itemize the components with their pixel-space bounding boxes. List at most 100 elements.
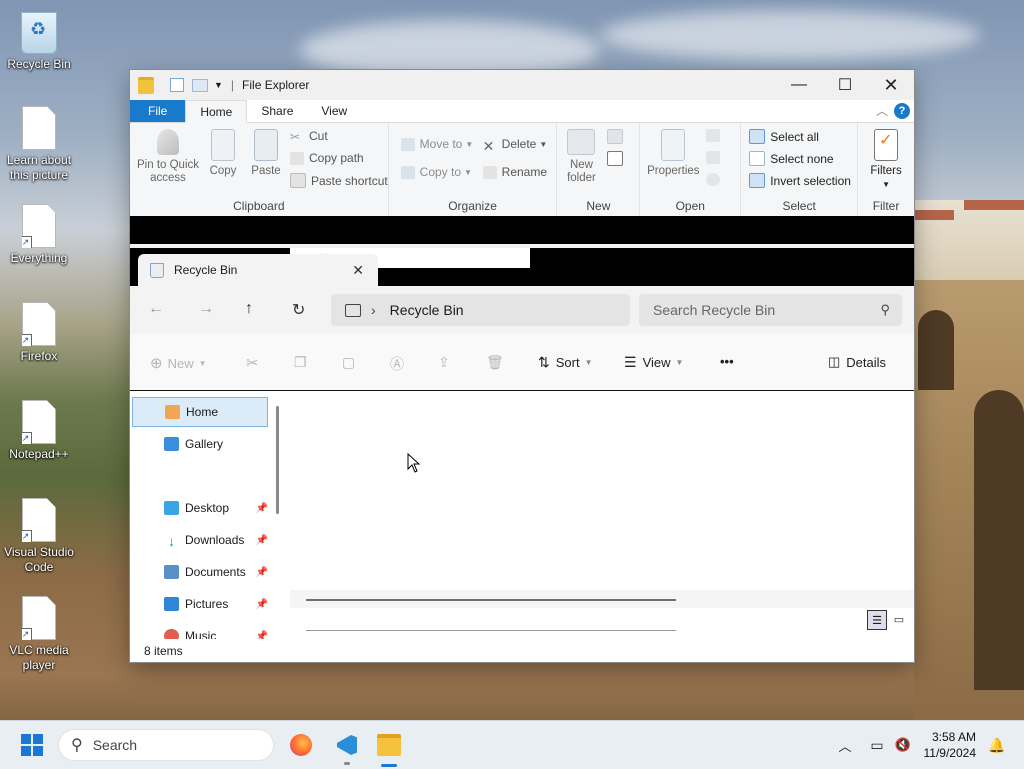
taskbar-firefox[interactable] [284,721,318,769]
new-item-button[interactable] [607,129,628,144]
filters-button[interactable]: ✓ Filters ▼ [864,129,908,191]
chevron-right-icon[interactable]: › [371,302,376,318]
sidebar-item-home[interactable]: Home [132,397,268,427]
pin-icon[interactable]: 📌 [256,567,268,578]
desktop-icon-learn-about-picture[interactable]: Learn about this picture [1,106,77,183]
copy-icon[interactable]: ❐ [294,354,307,371]
sidebar-item-label: Documents [185,565,246,579]
sidebar-item-desktop[interactable]: Desktop 📌 [132,493,268,523]
mouse-cursor-icon [407,453,421,473]
delete-x-icon: ✕ [482,137,495,154]
sidebar-item-label: Gallery [185,437,224,451]
select-none-icon [749,151,766,166]
taskbar-file-explorer[interactable] [372,721,406,769]
items-count: 8 items [144,644,183,658]
paste-button[interactable]: Paste [248,129,284,178]
ribbon-tab-share[interactable]: Share [247,100,307,122]
show-hidden-icons-icon[interactable]: ︿ [834,721,856,769]
start-button[interactable] [14,721,50,769]
notification-bell-icon[interactable]: 🔔 [986,721,1008,769]
paste-shortcut-button[interactable]: Paste shortcut [290,173,388,188]
more-options-icon[interactable]: ••• [720,354,734,369]
new-button[interactable]: ⊕ New ▼ [150,354,207,372]
paste-icon[interactable]: ▢ [342,354,355,371]
select-none-button[interactable]: Select none [749,151,834,166]
tiles-view-icon[interactable]: ▭ [890,610,908,628]
home-icon [165,405,180,419]
delete-icon[interactable]: 🗑 [486,354,504,371]
back-arrow-icon[interactable]: ← [148,300,164,318]
cut-icon[interactable]: ✂ [246,354,259,372]
taskbar-search-box[interactable]: ⚲ Search [58,729,274,761]
forward-arrow-icon[interactable]: → [198,300,214,318]
desktop-icon-recycle-bin[interactable]: ♻ Recycle Bin [1,12,77,72]
sidebar-item-downloads[interactable]: ↓ Downloads 📌 [132,525,268,555]
cut-button[interactable]: ✂ Cut [290,129,328,144]
view-button[interactable]: ☰ View ▼ [624,354,683,371]
help-icon[interactable]: ? [894,103,910,119]
up-arrow-icon[interactable]: ↑ [245,300,253,318]
invert-selection-button[interactable]: Invert selection [749,173,851,188]
edit-button[interactable] [706,151,725,164]
volume-muted-icon[interactable]: 🔇 [892,721,914,769]
navigation-pane-scrollbar[interactable] [276,406,279,514]
collapse-ribbon-icon[interactable]: ︿ [876,102,888,119]
scrollbar-thumb[interactable] [306,599,676,601]
desktop-icon-vlc[interactable]: ↗ VLC media player [1,596,77,673]
copy-icon [211,129,235,161]
maximize-button[interactable]: ☐ [822,70,868,100]
rename-button[interactable]: Rename [482,165,547,179]
properties-quick-icon[interactable] [170,78,184,92]
pin-icon[interactable]: 📌 [256,503,268,514]
address-bar[interactable]: › Recycle Bin [331,294,630,326]
share-icon[interactable]: ⇪ [438,354,450,371]
ribbon-tab-file[interactable]: File [130,100,186,122]
ribbon-tab-home[interactable]: Home [185,100,248,123]
details-button[interactable]: ◫ Details [828,354,886,370]
sidebar-item-documents[interactable]: Documents 📌 [132,557,268,587]
close-button[interactable]: ✕ [868,70,914,100]
display-icon[interactable]: ▭ [866,721,888,769]
copy-button[interactable]: Copy [204,129,242,178]
tab-recycle-bin[interactable]: Recycle Bin ✕ [138,254,378,286]
details-view-icon[interactable]: ☰ [867,610,887,630]
close-tab-icon[interactable]: ✕ [352,262,364,279]
windows-logo-icon [21,734,43,756]
desktop-icon-vscode[interactable]: ↗ Visual Studio Code [1,498,77,575]
minimize-button[interactable]: — [776,70,822,100]
properties-button[interactable]: Properties [644,129,702,178]
sort-button[interactable]: ⇅ Sort ▼ [538,354,593,371]
easy-access-button[interactable] [607,151,628,166]
ribbon-tab-view[interactable]: View [307,100,361,122]
sidebar-item-music[interactable]: Music 📌 [132,621,268,639]
refresh-icon[interactable]: ↻ [292,300,305,320]
taskbar-vscode[interactable] [330,721,364,769]
pin-icon[interactable]: 📌 [256,535,268,546]
sidebar-item-gallery[interactable]: Gallery [132,429,268,459]
details-label: Details [846,354,887,370]
title-bar[interactable]: ▼ | File Explorer — ☐ ✕ [130,70,914,100]
history-button[interactable] [706,173,725,186]
pin-icon[interactable]: 📌 [256,599,268,610]
rename-icon[interactable]: Ⓐ [390,354,404,374]
new-folder-quick-icon[interactable] [192,78,208,92]
desktop-icon-everything[interactable]: ↗ Everything [1,204,77,266]
horizontal-scrollbar[interactable] [290,590,914,608]
copy-to-button[interactable]: Copy to ▼ [400,165,472,179]
system-clock[interactable]: 3:58 AM 11/9/2024 [924,729,977,761]
select-all-button[interactable]: Select all [749,129,819,144]
new-folder-button[interactable]: New folder [563,129,599,185]
delete-button[interactable]: ✕ Delete ▼ [482,137,548,154]
edit-icon [706,151,721,164]
search-box[interactable]: Search Recycle Bin ⚲ [639,294,902,326]
pin-icon[interactable]: 📌 [256,631,268,640]
copy-path-icon [290,151,304,165]
move-to-button[interactable]: Move to ▼ [400,137,473,151]
customize-quick-access-icon[interactable]: ▼ [214,80,223,90]
pin-quick-access-button[interactable]: Pin to Quick access [136,129,200,185]
desktop-icon-firefox[interactable]: ↗ Firefox [1,302,77,364]
copy-path-button[interactable]: Copy path [290,151,364,165]
sidebar-item-pictures[interactable]: Pictures 📌 [132,589,268,619]
open-button[interactable] [706,129,725,142]
desktop-icon-notepad-plus-plus[interactable]: ↗ Notepad++ [1,400,77,462]
